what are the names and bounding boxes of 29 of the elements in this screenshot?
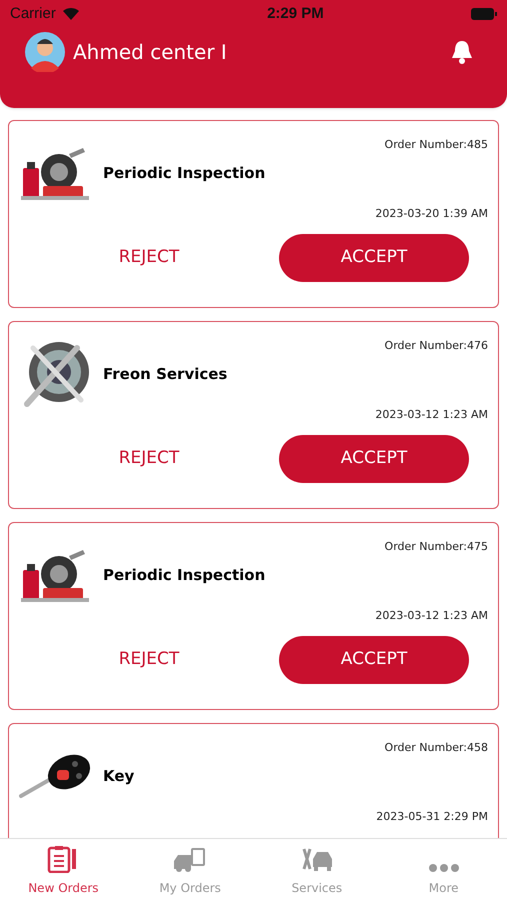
notification-bell-icon[interactable] [450,39,474,65]
accept-button[interactable]: ACCEPT [279,234,469,282]
order-number: Order Number:475 [384,539,488,555]
order-date: 2023-03-12 1:23 AM [375,406,488,422]
carrier-label: Carrier [10,4,56,24]
battery-icon [470,8,497,20]
more-icon [428,863,460,873]
reject-button[interactable]: REJECT [19,245,279,271]
accept-button[interactable]: ACCEPT [279,636,469,684]
car-clipboard-icon [173,847,208,873]
accept-button[interactable]: ACCEPT [279,435,469,483]
order-number: Order Number:458 [384,740,488,756]
wrench-car-icon [300,847,334,873]
tab-bar-item[interactable]: New Orders [0,839,127,900]
service-title: Freon Services [103,364,228,386]
wifi-icon [62,7,80,21]
status-time: 2:29 PM [266,4,324,24]
service-title: Periodic Inspection [103,565,266,586]
center-name: Ahmed center I [73,39,227,66]
order-date: 2023-03-20 1:39 AM [375,206,488,222]
reject-button[interactable]: REJECT [19,647,279,673]
service-title: Periodic Inspection [103,163,266,184]
reject-button[interactable]: REJECT [19,446,279,472]
order-date: 2023-03-12 1:23 AM [375,608,488,624]
avatar [25,32,65,72]
order-date: 2023-05-31 2:29 PM [376,808,488,824]
service-title: Key [103,766,134,788]
order-number: Order Number:476 [384,338,488,354]
order-number: Order Number:485 [384,137,488,153]
